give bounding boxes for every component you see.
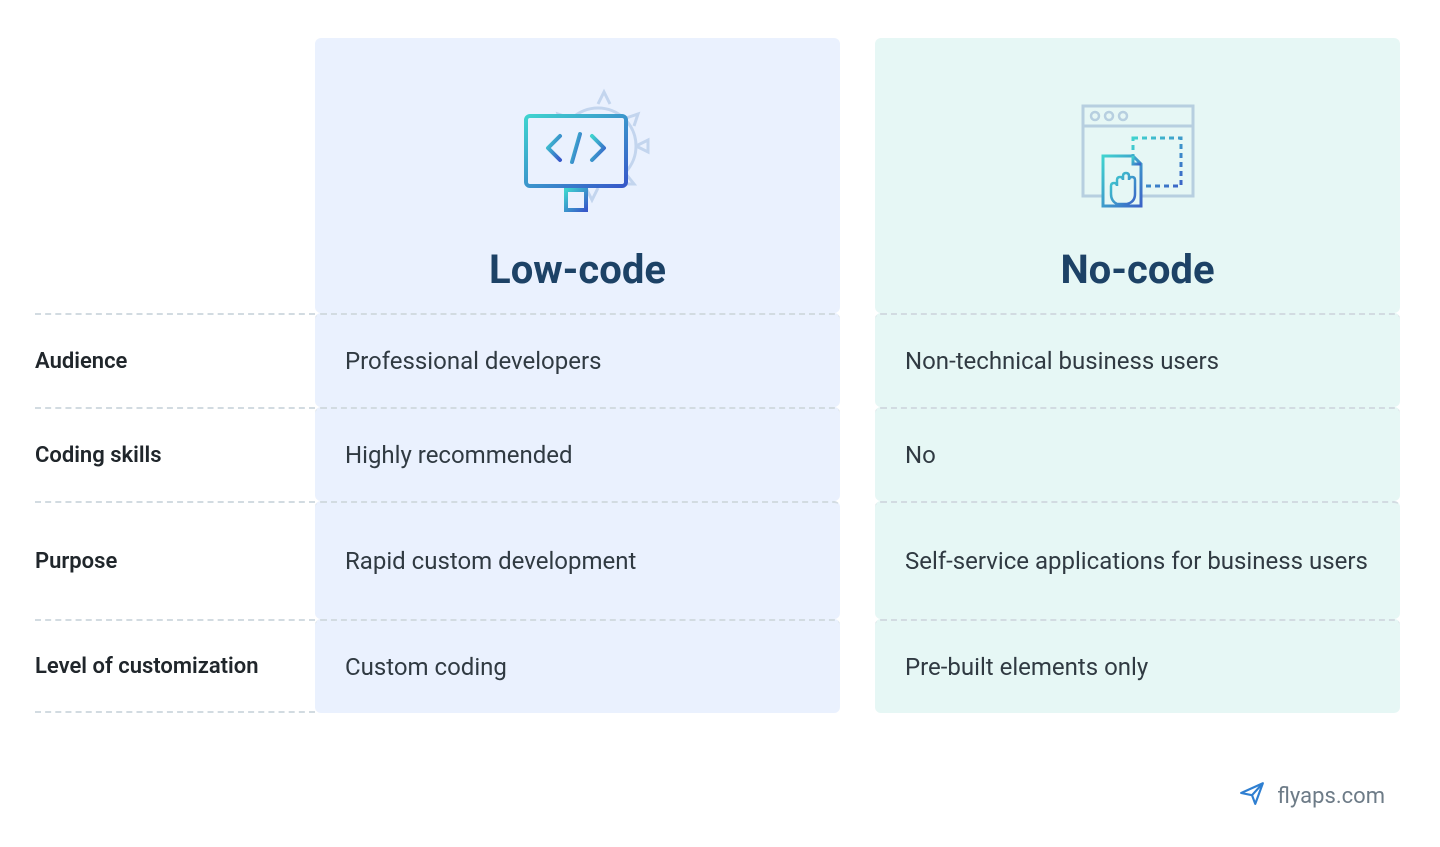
nocode-value: No xyxy=(875,407,1400,501)
lowcode-header: Low-code xyxy=(315,38,840,313)
nocode-value: Self-service applications for business u… xyxy=(875,501,1400,619)
row-label: Level of customization xyxy=(35,619,315,713)
comparison-table: Low-code xyxy=(35,38,1400,713)
row-label: Coding skills xyxy=(35,407,315,501)
label-header xyxy=(35,38,315,313)
drag-drop-window-icon xyxy=(1063,76,1213,246)
row-label: Audience xyxy=(35,313,315,407)
row-label: Purpose xyxy=(35,501,315,619)
paper-plane-icon xyxy=(1239,780,1265,812)
lowcode-value: Custom coding xyxy=(315,619,840,713)
nocode-title: No-code xyxy=(1060,246,1214,293)
footer-site: flyaps.com xyxy=(1277,784,1385,809)
lowcode-value: Highly recommended xyxy=(315,407,840,501)
nocode-header: No-code xyxy=(875,38,1400,313)
footer-attribution: flyaps.com xyxy=(1239,780,1385,812)
nocode-value: Non-technical business users xyxy=(875,313,1400,407)
lowcode-value: Professional developers xyxy=(315,313,840,407)
lowcode-value: Rapid custom development xyxy=(315,501,840,619)
lowcode-title: Low-code xyxy=(489,246,666,293)
code-monitor-icon xyxy=(498,76,658,246)
nocode-value: Pre-built elements only xyxy=(875,619,1400,713)
